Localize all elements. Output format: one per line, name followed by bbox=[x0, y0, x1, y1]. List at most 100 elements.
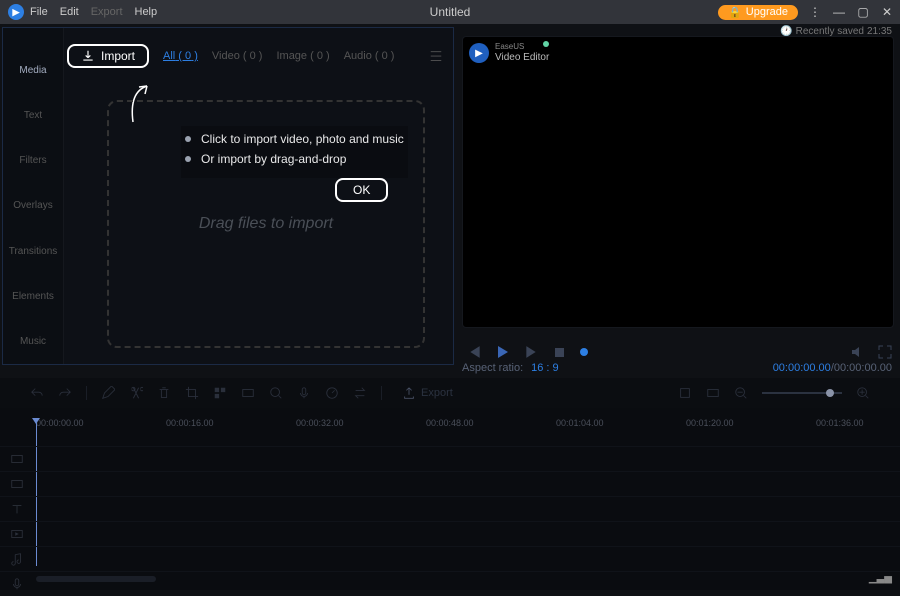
media-header: Import All ( 0 ) Video ( 0 ) Image ( 0 )… bbox=[67, 44, 443, 68]
hint-tooltip: Click to import video, photo and music O… bbox=[181, 126, 408, 178]
import-button[interactable]: Import bbox=[67, 44, 149, 68]
zoom-slider[interactable] bbox=[762, 392, 842, 394]
upgrade-button[interactable]: 🔒 Upgrade bbox=[718, 5, 798, 20]
menu-file[interactable]: File bbox=[30, 6, 48, 18]
delete-icon[interactable] bbox=[157, 386, 171, 400]
track-overlay[interactable] bbox=[0, 446, 900, 471]
video-track-icon bbox=[10, 527, 24, 541]
play-button[interactable] bbox=[496, 345, 510, 359]
ruler-tick: 00:01:36.00 bbox=[816, 418, 864, 428]
text-track-icon bbox=[10, 502, 24, 516]
side-tab-music[interactable]: Music bbox=[3, 319, 63, 364]
zoom-handle[interactable] bbox=[826, 389, 834, 397]
preview-watermark: ▶ EaseUS Video Editor bbox=[469, 43, 549, 63]
export-label: Export bbox=[421, 387, 453, 399]
zoom-out-icon[interactable] bbox=[734, 386, 748, 400]
track-filter[interactable] bbox=[0, 471, 900, 496]
import-label: Import bbox=[101, 49, 135, 63]
side-tab-transitions[interactable]: Transitions bbox=[3, 229, 63, 274]
drop-zone-text: Drag files to import bbox=[199, 215, 333, 233]
media-tab-image[interactable]: Image ( 0 ) bbox=[276, 50, 329, 62]
titlebar: ▶ File Edit Export Help Untitled 🔒 Upgra… bbox=[0, 0, 900, 24]
bullet-icon bbox=[185, 156, 191, 162]
timeline-scrollbar[interactable] bbox=[36, 576, 156, 582]
app-logo: ▶ bbox=[8, 4, 24, 20]
split-icon[interactable] bbox=[129, 386, 143, 400]
undo-icon[interactable] bbox=[30, 386, 44, 400]
volume-icon[interactable] bbox=[850, 345, 864, 359]
aspect-value[interactable]: 16 : 9 bbox=[531, 362, 559, 374]
progress-handle[interactable] bbox=[580, 348, 588, 356]
track-text[interactable] bbox=[0, 496, 900, 521]
side-tabs: Media Text Filters Overlays Transitions … bbox=[3, 28, 64, 364]
media-tabs: All ( 0 ) Video ( 0 ) Image ( 0 ) Audio … bbox=[163, 50, 394, 62]
side-tab-text[interactable]: Text bbox=[3, 93, 63, 138]
media-tab-video[interactable]: Video ( 0 ) bbox=[212, 50, 263, 62]
side-tab-overlays[interactable]: Overlays bbox=[3, 183, 63, 228]
ruler-tick: 00:01:04.00 bbox=[556, 418, 604, 428]
brand-large: Video Editor bbox=[495, 52, 549, 63]
media-tab-all[interactable]: All ( 0 ) bbox=[163, 50, 198, 62]
crop-icon[interactable] bbox=[185, 386, 199, 400]
side-tab-filters[interactable]: Filters bbox=[3, 138, 63, 183]
bullet-icon bbox=[185, 136, 191, 142]
track-video[interactable] bbox=[0, 521, 900, 546]
brand-logo-icon: ▶ bbox=[469, 43, 489, 63]
minimize-button[interactable]: — bbox=[832, 5, 846, 19]
filter-track-icon bbox=[10, 477, 24, 491]
ruler-tick: 00:01:20.00 bbox=[686, 418, 734, 428]
ruler-tick: 00:00:48.00 bbox=[426, 418, 474, 428]
speed-icon[interactable] bbox=[325, 386, 339, 400]
tip-text-1: Click to import video, photo and music bbox=[201, 132, 404, 146]
menu-edit[interactable]: Edit bbox=[60, 6, 79, 18]
tip-text-2: Or import by drag-and-drop bbox=[201, 152, 346, 166]
stop-button[interactable] bbox=[552, 345, 566, 359]
preview-panel: ▶ EaseUS Video Editor bbox=[462, 36, 894, 328]
timeline-ruler[interactable]: 00:00:00.00 00:00:16.00 00:00:32.00 00:0… bbox=[36, 418, 890, 438]
side-tab-elements[interactable]: Elements bbox=[3, 274, 63, 319]
track-audio[interactable] bbox=[0, 546, 900, 571]
lock-icon: 🔒 bbox=[728, 6, 742, 19]
total-time: 00:00:00.00 bbox=[834, 362, 892, 374]
signal-icon: ▁▃▅ bbox=[869, 573, 892, 584]
next-frame-button[interactable] bbox=[524, 345, 538, 359]
current-time: 00:00:00.00 bbox=[773, 362, 831, 374]
freeze-icon[interactable] bbox=[241, 386, 255, 400]
marker-icon[interactable] bbox=[678, 386, 692, 400]
maximize-button[interactable]: ▢ bbox=[856, 5, 870, 19]
ok-button[interactable]: OK bbox=[335, 178, 388, 202]
track-voice[interactable] bbox=[0, 571, 900, 596]
mosaic-icon[interactable] bbox=[213, 386, 227, 400]
more-icon[interactable]: ⋮ bbox=[808, 5, 822, 19]
edit-icon[interactable] bbox=[101, 386, 115, 400]
zoom-icon[interactable] bbox=[269, 386, 283, 400]
media-tab-audio[interactable]: Audio ( 0 ) bbox=[344, 50, 395, 62]
menu-export: Export bbox=[91, 6, 123, 18]
list-view-icon[interactable] bbox=[429, 49, 443, 63]
fullscreen-icon[interactable] bbox=[878, 345, 892, 359]
close-button[interactable]: ✕ bbox=[880, 5, 894, 19]
import-icon bbox=[81, 49, 95, 63]
overlay-track-icon bbox=[10, 452, 24, 466]
timeline-toolbar: Export bbox=[0, 378, 900, 408]
menu-help[interactable]: Help bbox=[135, 6, 158, 18]
convert-icon[interactable] bbox=[353, 386, 367, 400]
prev-frame-button[interactable] bbox=[468, 345, 482, 359]
aspect-label: Aspect ratio: bbox=[462, 362, 523, 374]
media-panel: Media Text Filters Overlays Transitions … bbox=[2, 27, 454, 365]
voice-track-icon bbox=[10, 577, 24, 591]
fit-icon[interactable] bbox=[706, 386, 720, 400]
ruler-tick: 00:00:00.00 bbox=[36, 418, 84, 428]
zoom-in-icon[interactable] bbox=[856, 386, 870, 400]
redo-icon[interactable] bbox=[58, 386, 72, 400]
audio-track-icon bbox=[10, 552, 24, 566]
export-icon bbox=[402, 386, 416, 400]
side-tab-media[interactable]: Media bbox=[3, 48, 63, 93]
ruler-tick: 00:00:16.00 bbox=[166, 418, 214, 428]
window-title: Untitled bbox=[430, 5, 471, 19]
ruler-tick: 00:00:32.00 bbox=[296, 418, 344, 428]
export-button[interactable]: Export bbox=[402, 386, 453, 400]
tracks bbox=[0, 446, 900, 568]
voice-icon[interactable] bbox=[297, 386, 311, 400]
timeline[interactable]: 00:00:00.00 00:00:16.00 00:00:32.00 00:0… bbox=[0, 408, 900, 590]
